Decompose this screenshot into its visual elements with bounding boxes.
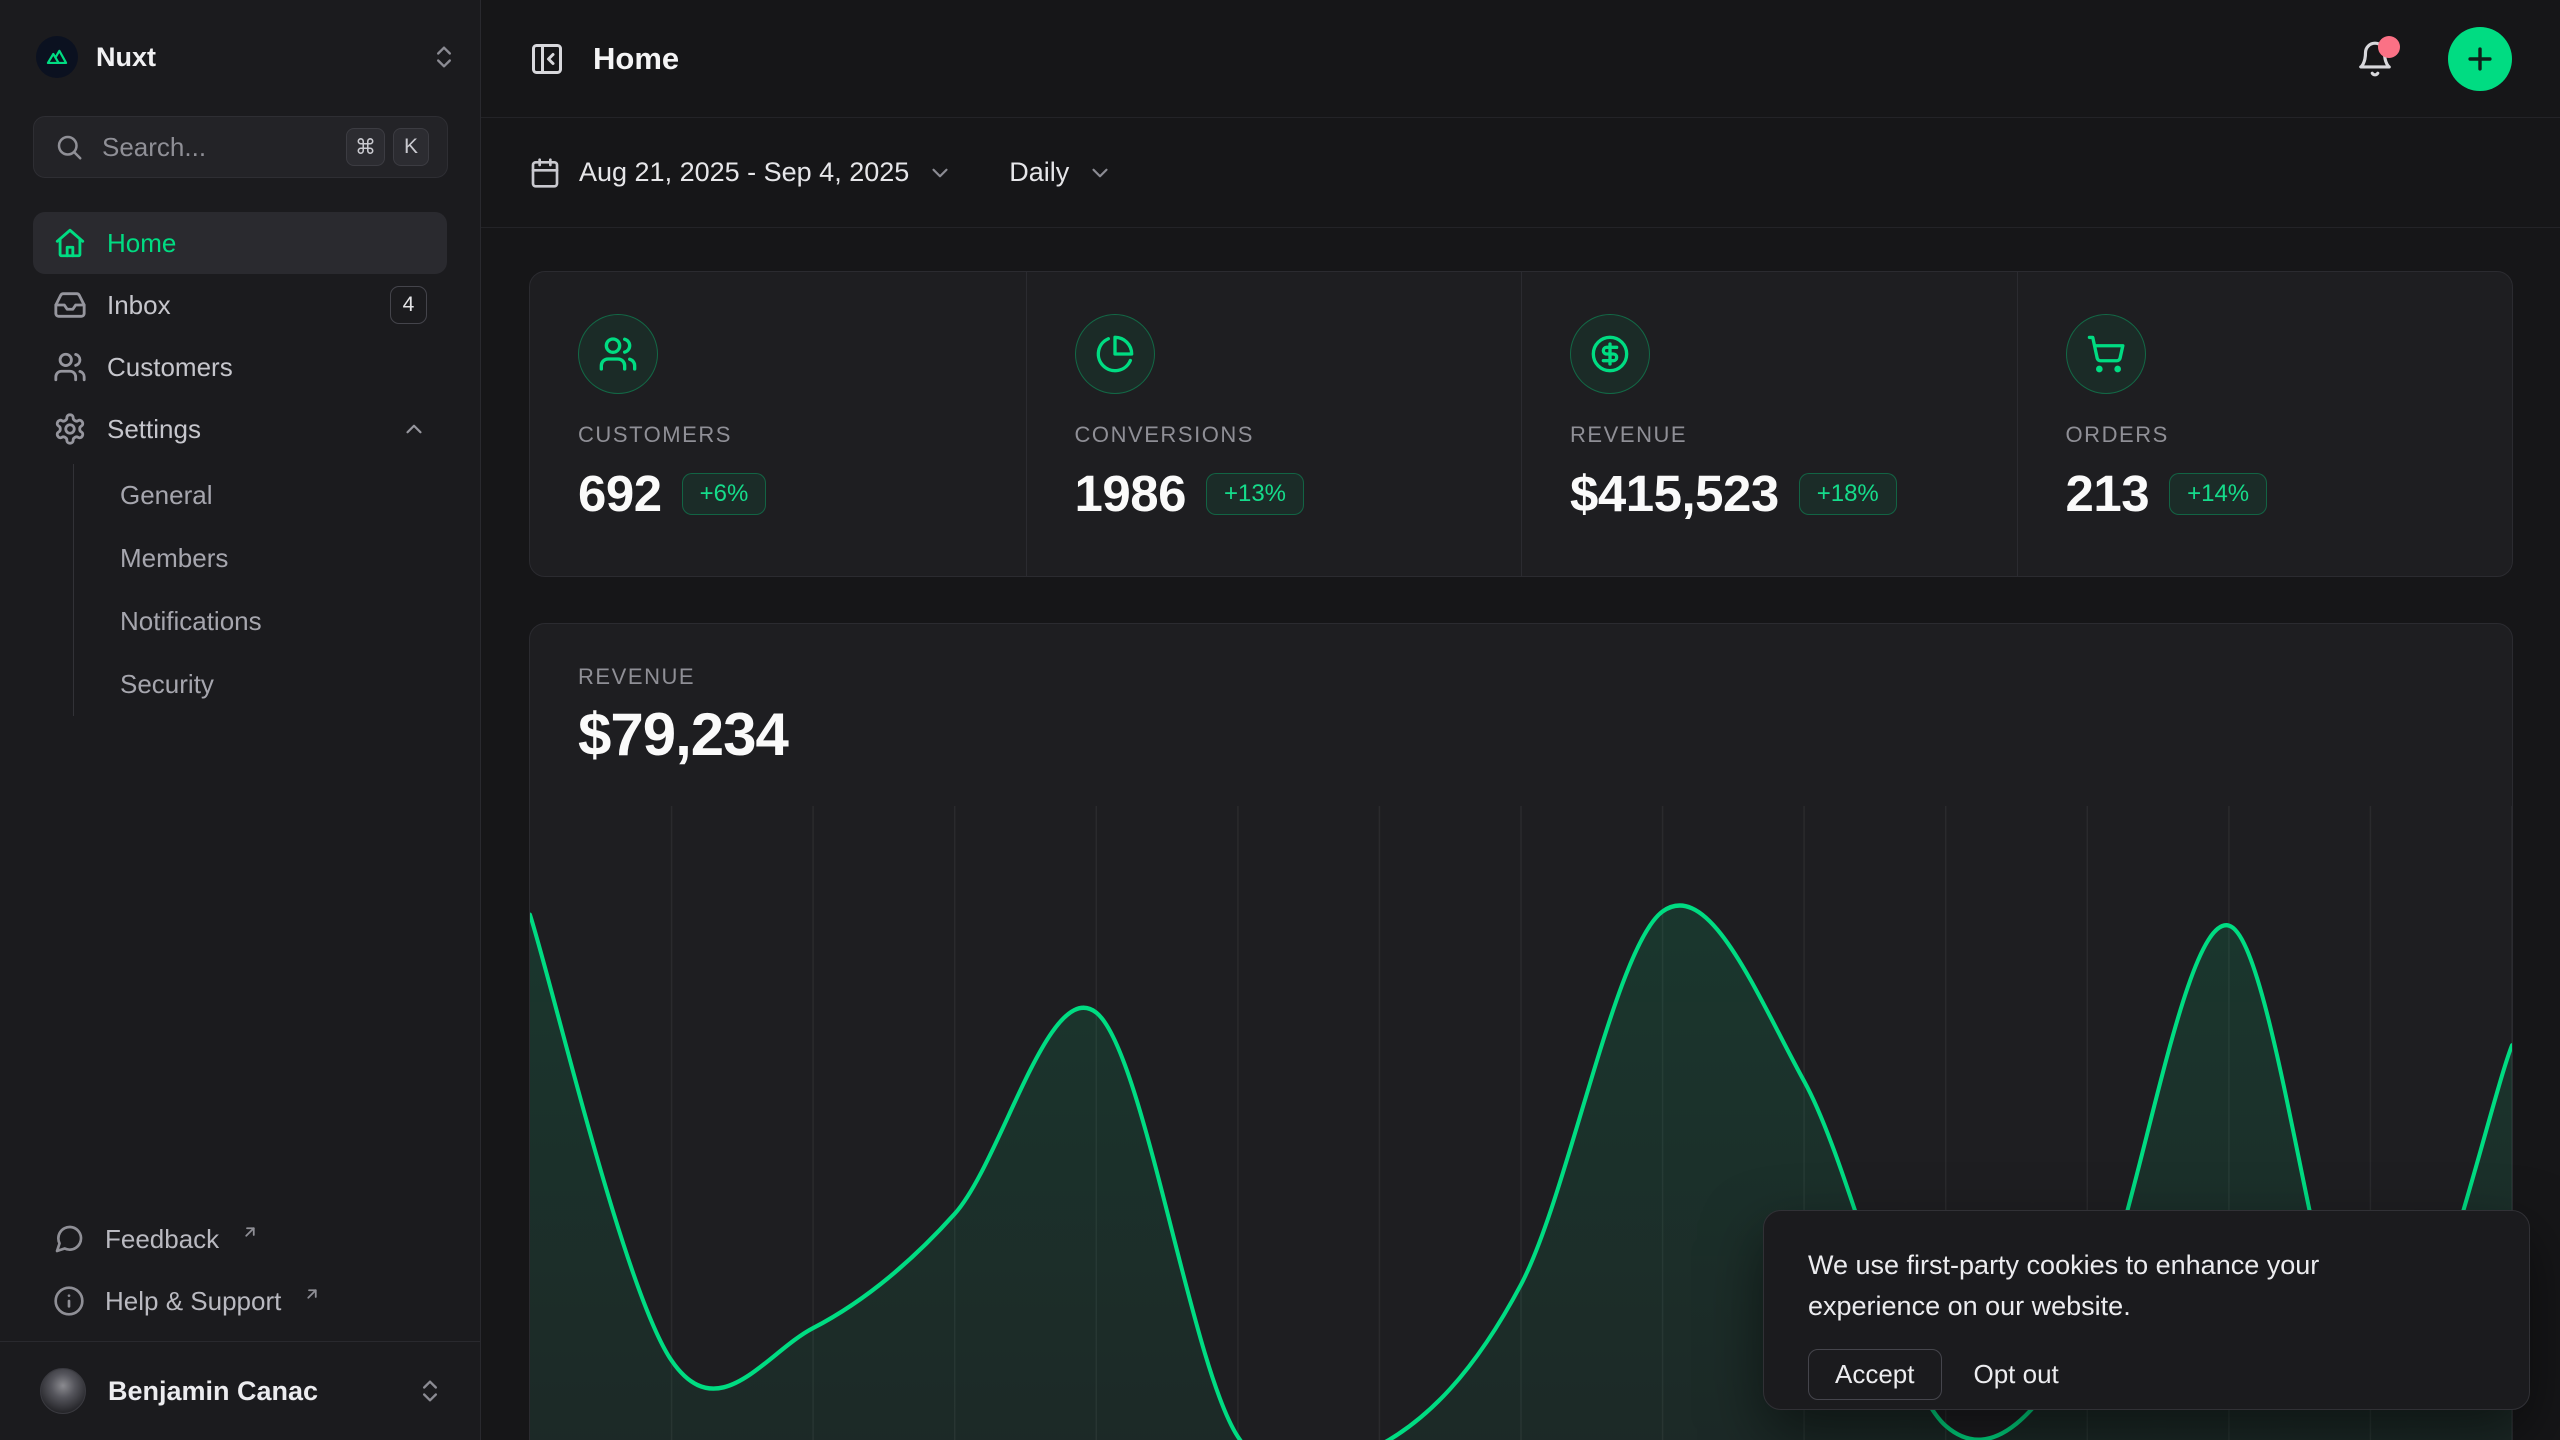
topbar: Home <box>481 0 2560 118</box>
sidebar-item-label: Customers <box>107 352 233 383</box>
sidebar-item-settings[interactable]: Settings <box>33 398 447 460</box>
filters-toolbar: Aug 21, 2025 - Sep 4, 2025 Daily <box>481 118 2560 228</box>
external-link-icon <box>241 1223 259 1241</box>
granularity-select[interactable]: Daily <box>1009 157 1113 188</box>
feedback-link[interactable]: Feedback <box>33 1208 447 1270</box>
chart-total-value: $79,234 <box>578 700 2464 769</box>
add-button[interactable] <box>2448 27 2512 91</box>
kbd-k: K <box>393 128 429 166</box>
sidebar-item-members[interactable]: Members <box>108 527 447 590</box>
sidebar-item-label: Inbox <box>107 290 171 321</box>
granularity-value: Daily <box>1009 157 1069 188</box>
sidebar-nav: Home Inbox 4 Customers Settings <box>33 212 447 716</box>
stat-value: 692 <box>578 464 662 523</box>
search-input[interactable]: Search... ⌘ K <box>33 116 448 178</box>
sidebar: Nuxt Search... ⌘ K Home Inbox 4 <box>0 0 481 1440</box>
sidebar-item-notifications[interactable]: Notifications <box>108 590 447 653</box>
sidebar-item-label: Settings <box>107 414 201 445</box>
stat-label: REVENUE <box>1570 422 1969 448</box>
stat-card-revenue[interactable]: REVENUE $415,523 +18% <box>1521 272 2017 576</box>
team-name: Nuxt <box>96 42 412 73</box>
date-range-picker[interactable]: Aug 21, 2025 - Sep 4, 2025 <box>529 157 953 189</box>
sidebar-footer: Feedback Help & Support <box>33 1208 447 1332</box>
sidebar-item-general[interactable]: General <box>108 464 447 527</box>
search-icon <box>54 132 84 162</box>
stat-value: $415,523 <box>1570 464 1779 523</box>
notification-dot <box>2378 36 2400 58</box>
sidebar-item-customers[interactable]: Customers <box>33 336 447 398</box>
stat-value: 1986 <box>1075 464 1186 523</box>
user-avatar <box>40 1368 86 1414</box>
nuxt-logo-icon <box>36 36 78 78</box>
chart-title: REVENUE <box>578 664 2464 690</box>
external-link-icon <box>303 1285 321 1303</box>
chevron-up-down-icon <box>416 1377 444 1405</box>
sidebar-item-label: Notifications <box>120 606 262 637</box>
message-bubble-icon <box>53 1223 85 1255</box>
stat-delta-badge: +13% <box>1206 473 1304 515</box>
shopping-cart-icon <box>2066 314 2146 394</box>
circle-dollar-icon <box>1570 314 1650 394</box>
plus-icon <box>2463 42 2497 76</box>
user-name: Benjamin Canac <box>108 1376 394 1407</box>
page-title: Home <box>593 41 679 77</box>
stat-card-orders[interactable]: ORDERS 213 +14% <box>2017 272 2513 576</box>
sidebar-item-label: Members <box>120 543 228 574</box>
stat-label: ORDERS <box>2066 422 2465 448</box>
help-support-link[interactable]: Help & Support <box>33 1270 447 1332</box>
cookie-message: We use first-party cookies to enhance yo… <box>1808 1245 2408 1327</box>
users-icon <box>53 350 87 384</box>
chevron-up-icon <box>401 416 427 442</box>
user-menu[interactable]: Benjamin Canac <box>0 1341 480 1440</box>
inbox-icon <box>53 288 87 322</box>
stat-delta-badge: +14% <box>2169 473 2267 515</box>
notifications-button[interactable] <box>2356 40 2394 78</box>
chevron-down-icon <box>927 160 953 186</box>
kbd-cmd: ⌘ <box>346 128 385 166</box>
stat-label: CONVERSIONS <box>1075 422 1474 448</box>
stat-label: CUSTOMERS <box>578 422 978 448</box>
info-circle-icon <box>53 1285 85 1317</box>
stat-value: 213 <box>2066 464 2150 523</box>
users-icon <box>578 314 658 394</box>
pie-chart-icon <box>1075 314 1155 394</box>
chevron-down-icon <box>1087 160 1113 186</box>
stat-card-customers[interactable]: CUSTOMERS 692 +6% <box>530 272 1026 576</box>
sidebar-item-inbox[interactable]: Inbox 4 <box>33 274 447 336</box>
sidebar-item-security[interactable]: Security <box>108 653 447 716</box>
opt-out-button[interactable]: Opt out <box>1974 1359 2059 1390</box>
sidebar-item-label: Home <box>107 228 176 259</box>
sidebar-item-label: Security <box>120 669 214 700</box>
date-range-value: Aug 21, 2025 - Sep 4, 2025 <box>579 157 909 188</box>
stat-delta-badge: +6% <box>682 473 767 515</box>
stat-card-conversions[interactable]: CONVERSIONS 1986 +13% <box>1026 272 1522 576</box>
accept-button[interactable]: Accept <box>1808 1349 1942 1400</box>
calendar-icon <box>529 157 561 189</box>
search-shortcut: ⌘ K <box>346 128 429 166</box>
gear-icon <box>53 412 87 446</box>
search-placeholder: Search... <box>102 132 328 163</box>
settings-subnav: General Members Notifications Security <box>73 464 447 716</box>
stats-row: CUSTOMERS 692 +6% CONVERSIONS 1986 +13% <box>529 271 2513 577</box>
sidebar-item-label: General <box>120 480 213 511</box>
sidebar-collapse-button[interactable] <box>529 41 565 77</box>
feedback-label: Feedback <box>105 1224 219 1255</box>
home-icon <box>53 226 87 260</box>
stat-delta-badge: +18% <box>1799 473 1897 515</box>
team-switcher[interactable]: Nuxt <box>36 28 458 86</box>
help-support-label: Help & Support <box>105 1286 281 1317</box>
inbox-count-badge: 4 <box>390 286 427 324</box>
cookie-banner: We use first-party cookies to enhance yo… <box>1763 1210 2530 1410</box>
chevron-up-down-icon <box>430 43 458 71</box>
sidebar-item-home[interactable]: Home <box>33 212 447 274</box>
